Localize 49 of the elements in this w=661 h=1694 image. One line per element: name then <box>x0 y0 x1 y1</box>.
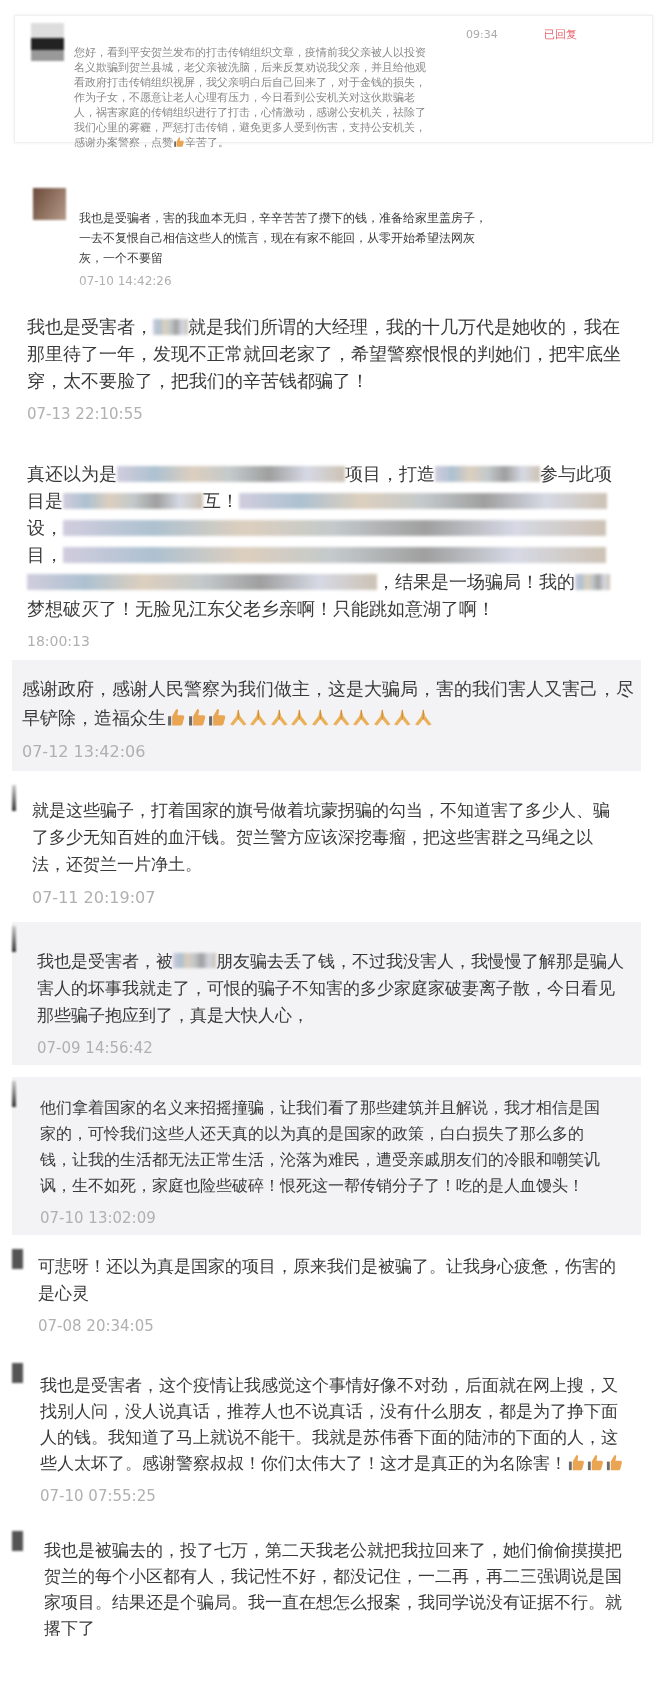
comment-text: 我也是受害者， 就是我们所谓的大经理，我的十几万代是她收的，我在那里待了一年，发现不正常就回老家了，希望警察恨恨的判她们，把牢底坐穿，太不要脸了，把我们的辛苦钱都骗了！ <box>27 316 622 394</box>
comment-text: 我也是受骗者，害的我血本无归，辛辛苦苦了攒下的钱，准备给家里盖房子，一去不复恨自己相信这些人的慌言，现在有家不能回，从零开始希望法网灰灰，一个不要留 <box>79 210 488 267</box>
redacted-mark <box>173 952 216 969</box>
comment-time: 18:00:13 <box>27 633 91 651</box>
comment-text: 我也是被骗去的，投了七万，第二天我老公就把我拉回来了，她们偷偷摸摸把贺兰的每个小区都有人，我记性不好，都没记住，一二再，再二三强调说是国家项目。结果还是个骗局。我一直在想怎么报案，我同学说没有证据不行。就撂下了 <box>44 1538 623 1640</box>
comment-time: 07-12 13:42:06 <box>22 742 147 762</box>
praying-hands-icon <box>248 707 269 728</box>
thumbs-up-icon <box>586 1452 606 1473</box>
comment-text: 就是这些骗子，打着国家的旗号做着坑蒙拐骗的勾当，不知道害了多少人、骗了多少无知百姓的血汗钱。贺兰警方应该深挖毒瘤，把这些害群之马绳之以法，还贺兰一片净土。 <box>32 799 611 877</box>
avatar-icon <box>12 1248 23 1269</box>
redacted-mark <box>575 574 610 591</box>
avatar-icon <box>12 785 16 812</box>
avatar-icon <box>33 188 66 220</box>
praying-hands-icon <box>227 707 249 728</box>
thumbs-up-icon <box>186 707 208 728</box>
thumbs-up-icon <box>207 707 228 728</box>
redacted-mark <box>153 319 188 336</box>
comment-time: 07-13 22:10:55 <box>27 405 144 424</box>
praying-hands-icon <box>351 707 372 728</box>
comment-text: 感谢政府，感谢人民警察为我们做主，这是大骗局，害的我们害人又害己，尽早铲除，造福众生 <box>22 677 635 731</box>
comment-text: 我也是受害者，这个疫情让我感觉这个事情好像不对劲，后面就在网上搜，又找别人问，没人说真话，推荐人也不说真话，没有什么朋友，都是为了挣下面人的钱。我知道了马上就说不能干。我就是苏伟香下面的陆沛的下面的人，这些人太坏了。感谢警察叔叔！你们太伟大了！这才是真正的为名除害！ <box>40 1372 628 1477</box>
praying-hands-icon <box>392 707 413 728</box>
praying-hands-icon <box>330 707 352 728</box>
thumbs-up-icon <box>567 1452 587 1473</box>
thumbs-up-icon <box>605 1452 625 1473</box>
comment-time: 07-08 20:34:05 <box>38 1316 155 1335</box>
praying-hands-icon <box>371 707 393 728</box>
praying-hands-icon <box>268 707 290 728</box>
avatar-icon <box>12 1080 16 1107</box>
comment-time: 07-11 20:19:07 <box>32 888 157 908</box>
comment-text: 您好，看到平安贺兰发布的打击传销组织文章，疫情前我父亲被人以投资名义欺骗到贺兰县城，老父亲被洗脑，后来反复劝说我父亲，并且给他观看政府打击传销组织视屏，我父亲明白后自己回来了，对于金钱的损失，作为子女，不愿意让老人心理有压力，今日看到公安机关对这伙欺骗老人，祸害家庭的传销组织进行了打击，心情激动，感谢公安机关，祛除了我们心里的雾霾，严惩打击传销，避免更多人受到伤害，支持公安机关，感谢办案警察，点赞 辛苦了。 <box>74 45 427 150</box>
avatar-icon <box>12 1530 23 1551</box>
comment-text: 可悲呀！还以为真是国家的项目，原来我们是被骗了。让我身心疲惫，伤害的是心灵 <box>38 1254 617 1305</box>
comment-time: 07-10 07:55:25 <box>40 1486 157 1505</box>
comment-text: 我也是受害者，被 朋友骗去丢了钱，不过我没害人，我慢慢了解那是骗人害人的坏事我就走了，可恨的骗子不知害的多少家庭家破妻离子散，今日看见那些骗子抱应到了，真是大快人心， <box>37 949 625 1027</box>
reply-status: 已回复 <box>543 26 577 42</box>
thumbs-up-icon <box>166 707 187 728</box>
comment-text: 真还以为是 项目，打造 参与此项目是 互！ 设， 目， ，结果是一场骗局！我的 梦想破灭了！无脸见江东父老乡亲啊！只能跳如意湖了啊！ <box>27 463 613 622</box>
praying-hands-icon <box>310 707 331 728</box>
avatar-icon <box>12 1362 23 1383</box>
message-time: 09:34 <box>466 27 498 41</box>
avatar-icon <box>12 925 16 952</box>
comment-time: 07-09 14:56:42 <box>37 1038 154 1057</box>
thumbs-up-icon <box>173 136 186 149</box>
praying-hands-icon <box>412 707 434 728</box>
comment-text: 他们拿着国家的名义来招摇撞骗，让我们看了那些建筑并且解说，我才相信是国家的，可怜我们这些人还天真的以为真的是国家的政策，白白损失了那么多的钱，让我的生活都无法正常生活，沦落为难民，遭受亲戚朋友们的冷眼和嘲笑讥讽，生不如死，家庭也险些破碎！恨死这一帮传销分子了！吃的是人血馒头！ <box>40 1096 601 1197</box>
avatar-icon <box>31 23 64 61</box>
comment-time: 07-10 13:02:09 <box>40 1208 157 1227</box>
comment-time: 07-10 14:42:26 <box>79 274 173 289</box>
